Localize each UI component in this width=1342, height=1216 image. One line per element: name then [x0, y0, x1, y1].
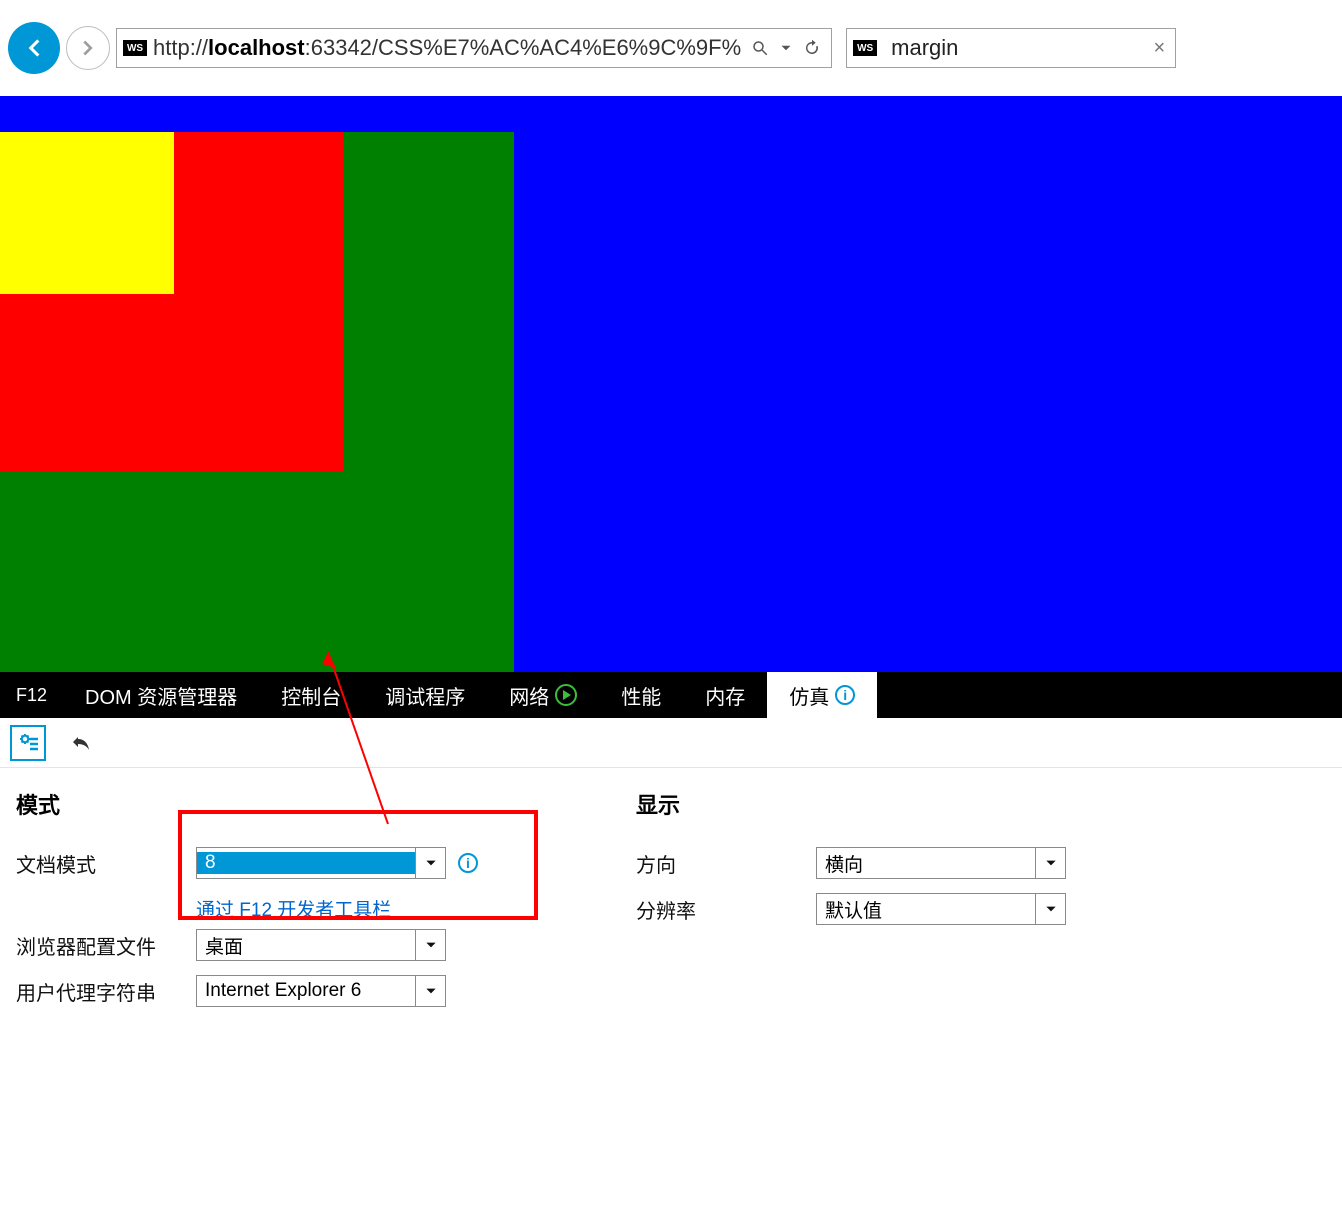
- address-bar[interactable]: WS http://localhost:63342/CSS%E7%AC%AC4%…: [116, 28, 832, 68]
- document-mode-row: 文档模式 8 i: [16, 840, 556, 886]
- tab-favicon: WS: [853, 40, 877, 56]
- select-value: 默认值: [817, 896, 1035, 923]
- resolution-select[interactable]: 默认值: [816, 893, 1066, 925]
- user-agent-label: 用户代理字符串: [16, 977, 196, 1006]
- chevron-down-icon[interactable]: [777, 39, 795, 57]
- site-icon: WS: [123, 40, 147, 56]
- undo-button[interactable]: [64, 725, 100, 761]
- url-protocol: http://: [153, 35, 208, 60]
- browser-profile-row: 浏览器配置文件 桌面: [16, 922, 556, 968]
- forward-button[interactable]: [66, 26, 110, 70]
- refresh-icon[interactable]: [803, 39, 821, 57]
- info-icon: i: [835, 685, 855, 705]
- tab-performance[interactable]: 性能: [599, 672, 683, 718]
- tab-console[interactable]: 控制台: [259, 672, 363, 718]
- tab-label: 仿真: [789, 681, 829, 710]
- address-bar-icons: [741, 39, 831, 57]
- browser-chrome: WS http://localhost:63342/CSS%E7%AC%AC4%…: [0, 0, 1342, 96]
- browser-profile-label: 浏览器配置文件: [16, 931, 196, 960]
- tab-label: 网络: [509, 681, 549, 710]
- resolution-row: 分辨率 默认值: [636, 886, 1176, 932]
- direction-select[interactable]: 横向: [816, 847, 1066, 879]
- tab-label: 调试程序: [385, 681, 465, 710]
- play-icon: [555, 684, 577, 706]
- f12-hint-link[interactable]: 通过 F12 开发者工具栏: [196, 895, 391, 922]
- url-path: :63342/CSS%E7%AC%AC4%E6%9C%9F%: [305, 35, 742, 60]
- select-value: 桌面: [197, 932, 415, 959]
- chevron-down-icon: [1035, 848, 1065, 878]
- close-tab-icon[interactable]: ×: [1143, 37, 1175, 60]
- tab-title: margin: [891, 35, 1143, 61]
- display-column: 显示 方向 横向 分辨率 默认值: [636, 788, 1176, 1014]
- tab-debugger[interactable]: 调试程序: [363, 672, 487, 718]
- document-mode-select[interactable]: 8: [196, 847, 446, 879]
- search-icon[interactable]: [751, 39, 769, 57]
- tab-network[interactable]: 网络: [487, 672, 599, 718]
- settings-button[interactable]: [10, 725, 46, 761]
- user-agent-row: 用户代理字符串 Internet Explorer 6: [16, 968, 556, 1014]
- back-button[interactable]: [8, 22, 60, 74]
- tab-emulation[interactable]: 仿真 i: [767, 672, 877, 718]
- select-value: 横向: [817, 850, 1035, 877]
- browser-tab[interactable]: WS margin ×: [846, 28, 1176, 68]
- emulation-panel: 模式 文档模式 8 i 通过 F12 开发者工具栏 浏览器配置文件 桌面 用户代…: [0, 768, 1342, 1054]
- mode-column: 模式 文档模式 8 i 通过 F12 开发者工具栏 浏览器配置文件 桌面 用户代…: [16, 788, 556, 1014]
- tab-label: 性能: [621, 681, 661, 710]
- f12-label: F12: [0, 672, 63, 718]
- tab-memory[interactable]: 内存: [683, 672, 767, 718]
- page-viewport: [0, 96, 1342, 672]
- browser-profile-select[interactable]: 桌面: [196, 929, 446, 961]
- chevron-down-icon: [415, 976, 445, 1006]
- user-agent-select[interactable]: Internet Explorer 6: [196, 975, 446, 1007]
- chevron-down-icon: [415, 930, 445, 960]
- select-value: Internet Explorer 6: [197, 980, 415, 1002]
- chevron-down-icon: [415, 848, 445, 878]
- url-text: http://localhost:63342/CSS%E7%AC%AC4%E6%…: [153, 35, 741, 61]
- info-icon[interactable]: i: [458, 853, 478, 873]
- direction-label: 方向: [636, 849, 816, 878]
- chevron-down-icon: [1035, 894, 1065, 924]
- tab-label: 内存: [705, 681, 745, 710]
- url-host: localhost: [208, 35, 305, 60]
- document-mode-hint-row: 通过 F12 开发者工具栏: [16, 886, 556, 922]
- resolution-label: 分辨率: [636, 895, 816, 924]
- tab-label: DOM 资源管理器: [85, 681, 237, 710]
- devtools-toolbar: [0, 718, 1342, 768]
- select-value: 8: [197, 852, 415, 874]
- display-title: 显示: [636, 788, 1176, 820]
- tab-dom-explorer[interactable]: DOM 资源管理器: [63, 672, 259, 718]
- tab-label: 控制台: [281, 681, 341, 710]
- mode-title: 模式: [16, 788, 556, 820]
- document-mode-label: 文档模式: [16, 849, 196, 878]
- yellow-box: [0, 132, 174, 294]
- devtools-tab-strip: F12 DOM 资源管理器 控制台 调试程序 网络 性能 内存 仿真 i: [0, 672, 1342, 718]
- direction-row: 方向 横向: [636, 840, 1176, 886]
